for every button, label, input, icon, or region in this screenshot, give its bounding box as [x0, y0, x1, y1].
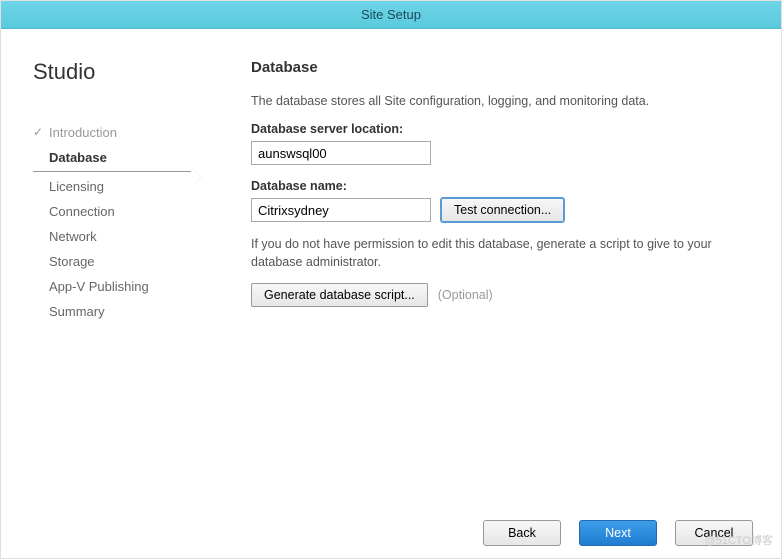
wizard-steps: Introduction Database Licensing Connecti… — [33, 120, 191, 324]
step-summary[interactable]: Summary — [33, 299, 191, 324]
titlebar: Site Setup — [1, 1, 781, 29]
brand-title: Studio — [33, 59, 191, 85]
step-appv[interactable]: App-V Publishing — [33, 274, 191, 299]
step-licensing[interactable]: Licensing — [33, 174, 191, 199]
step-connection[interactable]: Connection — [33, 199, 191, 224]
main-panel: Database The database stores all Site co… — [201, 59, 781, 508]
server-location-label: Database server location: — [251, 122, 751, 136]
step-database[interactable]: Database — [33, 145, 191, 172]
page-description: The database stores all Site configurati… — [251, 94, 751, 108]
db-name-input[interactable] — [251, 198, 431, 222]
generate-script-button[interactable]: Generate database script... — [251, 283, 428, 307]
server-location-input[interactable] — [251, 141, 431, 165]
sidebar: Studio Introduction Database Licensing C… — [1, 59, 201, 508]
test-connection-button[interactable]: Test connection... — [441, 198, 564, 222]
cancel-button[interactable]: Cancel — [675, 520, 753, 546]
step-storage[interactable]: Storage — [33, 249, 191, 274]
step-network[interactable]: Network — [33, 224, 191, 249]
db-name-label: Database name: — [251, 179, 751, 193]
optional-label: (Optional) — [438, 288, 493, 302]
step-introduction[interactable]: Introduction — [33, 120, 191, 145]
content-area: Studio Introduction Database Licensing C… — [1, 29, 781, 508]
back-button[interactable]: Back — [483, 520, 561, 546]
next-button[interactable]: Next — [579, 520, 657, 546]
window-title: Site Setup — [361, 7, 421, 22]
permission-note: If you do not have permission to edit th… — [251, 236, 751, 271]
step-indicator-arrow — [193, 169, 201, 185]
page-heading: Database — [251, 59, 751, 76]
wizard-footer: Back Next Cancel — [1, 508, 781, 558]
